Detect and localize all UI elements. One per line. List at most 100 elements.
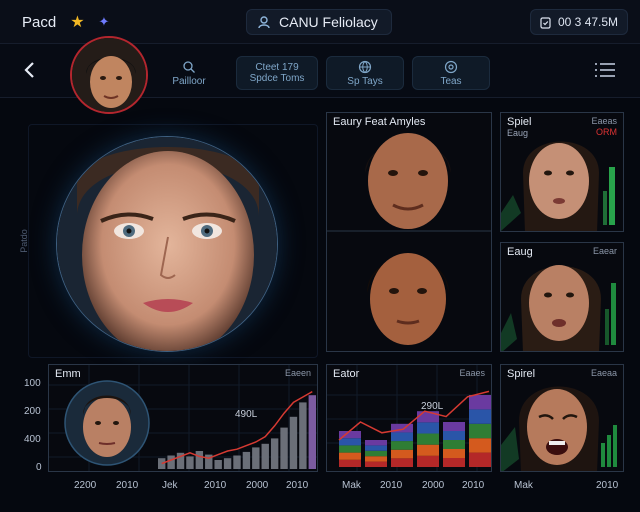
panel-title: Eator bbox=[333, 368, 360, 380]
eator-bar-segment bbox=[443, 431, 465, 440]
clock-text: 00 3 47.5M bbox=[558, 15, 619, 29]
x-tick: Mak bbox=[514, 480, 533, 491]
eator-bar-segment bbox=[469, 438, 491, 453]
x-tick: Mak bbox=[342, 480, 361, 491]
nav-label: Cteet 179 bbox=[255, 62, 299, 73]
analysis-panel: Eaury Feat Amyles bbox=[326, 112, 492, 352]
spirel-panel: Spirel Eaeaa bbox=[500, 364, 624, 472]
star-icon[interactable]: ★ bbox=[70, 12, 84, 32]
y-tick: 200 bbox=[24, 406, 41, 417]
panel-tag: Eaeen bbox=[284, 368, 311, 378]
user-icon bbox=[258, 16, 270, 29]
panel-tag: Eaear bbox=[592, 246, 617, 256]
nav-button-pailloor[interactable]: Pailloor bbox=[156, 56, 222, 90]
emm-bar bbox=[289, 416, 298, 469]
x-tick: 2010 bbox=[286, 480, 309, 491]
eator-bar-segment bbox=[339, 445, 361, 453]
y-tick: 400 bbox=[24, 434, 41, 445]
eator-bar-segment bbox=[339, 438, 361, 446]
x-tick: 2010 bbox=[462, 480, 485, 491]
avatar-face bbox=[72, 38, 146, 112]
search-icon bbox=[183, 60, 195, 73]
panel-tag: Eaaes bbox=[459, 368, 485, 378]
panel-title: Spirel bbox=[507, 368, 536, 380]
nav-button-cteet[interactable]: Cteet 179 Spdce Toms bbox=[236, 56, 318, 90]
eator-bar-segment bbox=[365, 445, 387, 451]
panel-title: Eaury Feat Amyles bbox=[333, 116, 426, 128]
nav-label: Pailloor bbox=[172, 75, 206, 87]
x-tick: 2010 bbox=[596, 480, 619, 491]
chevron-left-icon bbox=[24, 62, 34, 78]
emm-bar bbox=[233, 455, 241, 469]
y-tick: 0 bbox=[36, 462, 42, 473]
globe-icon bbox=[358, 60, 372, 73]
eator-bar-segment bbox=[417, 444, 439, 456]
eator-bar-segment bbox=[365, 450, 387, 457]
emm-chart: 490L bbox=[49, 365, 317, 471]
eator-bar-segment bbox=[391, 432, 413, 442]
spiel-mid-face bbox=[501, 265, 616, 351]
eator-bar-segment bbox=[339, 452, 361, 460]
emm-bar bbox=[242, 451, 251, 469]
eator-bar-segment bbox=[443, 458, 465, 467]
eator-bar-segment bbox=[417, 433, 439, 445]
panel-title: Spiel bbox=[507, 116, 532, 128]
profile-avatar[interactable] bbox=[70, 36, 148, 114]
emm-bar bbox=[308, 395, 316, 469]
emm-bar bbox=[270, 438, 279, 469]
eator-bar-segment bbox=[417, 455, 439, 467]
x-tick: Jek bbox=[162, 480, 178, 491]
back-button[interactable] bbox=[22, 60, 42, 82]
menu-icon[interactable] bbox=[594, 62, 616, 78]
panel-tag-alert: ORM bbox=[596, 127, 617, 137]
x-tick: 2000 bbox=[422, 480, 445, 491]
eator-bar-segment bbox=[391, 449, 413, 459]
x-tick: 2000 bbox=[246, 480, 269, 491]
side-label: Patdo bbox=[18, 229, 29, 253]
window-title: CANU Feliolacy bbox=[279, 14, 378, 30]
emm-chart-panel: Emm Eaeen 490L bbox=[48, 364, 318, 472]
eator-bar-segment bbox=[469, 395, 491, 410]
emm-trend-line bbox=[161, 390, 313, 465]
panel-subtitle: Eaug bbox=[507, 128, 529, 138]
emm-bar bbox=[223, 458, 232, 469]
emm-bar bbox=[261, 443, 269, 469]
x-tick: 2010 bbox=[204, 480, 227, 491]
nav-button-teas[interactable]: Teas bbox=[412, 56, 490, 90]
emm-bar bbox=[252, 447, 260, 469]
eator-bar-segment bbox=[391, 458, 413, 467]
emm-bar bbox=[214, 460, 222, 469]
spiel-panel-mid: Eaug Eaear bbox=[500, 242, 624, 352]
main-face-image[interactable] bbox=[56, 136, 278, 352]
emm-face bbox=[83, 397, 131, 457]
panel-title: Emm bbox=[55, 368, 81, 380]
eator-bar-segment bbox=[469, 452, 491, 467]
eator-bar-segment bbox=[391, 441, 413, 450]
puzzle-icon[interactable]: ✦ bbox=[99, 14, 110, 30]
x-tick: 2200 bbox=[74, 480, 97, 491]
nav-button-sp-tays[interactable]: Sp Tays bbox=[326, 56, 404, 90]
eator-bar-segment bbox=[443, 449, 465, 458]
emm-bar bbox=[186, 456, 194, 469]
eator-bar-segment bbox=[365, 461, 387, 467]
spirel-face bbox=[501, 386, 617, 471]
spiel-panel-top: Spiel Eaug Eaeas ORM bbox=[500, 112, 624, 232]
emm-bar bbox=[299, 402, 307, 469]
clock-pill[interactable]: 00 3 47.5M bbox=[530, 9, 628, 35]
target-icon bbox=[444, 60, 458, 73]
eator-bar-segment bbox=[365, 440, 387, 446]
nav-sublabel: Spdce Toms bbox=[249, 73, 305, 84]
eator-bar-segment bbox=[469, 409, 491, 424]
app-header: Pacd ★ ✦ bbox=[22, 12, 109, 32]
app-name: Pacd bbox=[22, 13, 57, 31]
eator-bar-segment bbox=[365, 456, 387, 462]
title-pill[interactable]: CANU Feliolacy bbox=[246, 9, 392, 35]
x-tick: 2010 bbox=[116, 480, 139, 491]
emm-bar bbox=[195, 451, 204, 469]
eator-bar-segment bbox=[443, 422, 465, 431]
emm-bar bbox=[280, 427, 288, 469]
eator-bar-segment bbox=[339, 459, 361, 467]
eator-bar-segment bbox=[417, 411, 439, 423]
main-face bbox=[57, 137, 277, 351]
nav-label: Sp Tays bbox=[347, 75, 383, 87]
